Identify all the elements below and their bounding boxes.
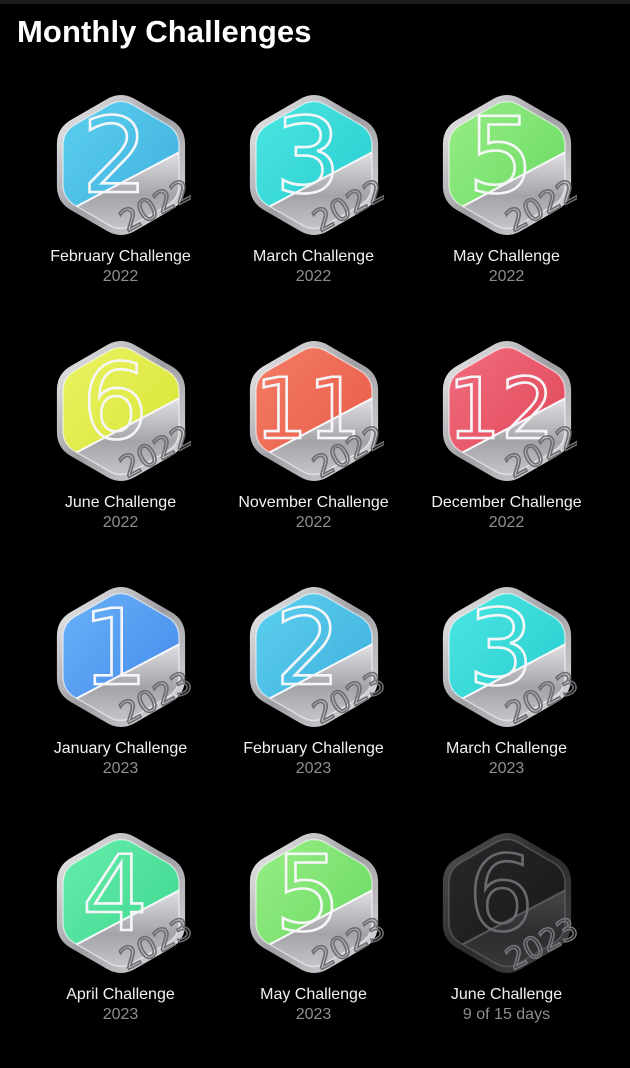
challenge-medal-icon: 2 2022 xyxy=(51,84,191,246)
challenge-medal-icon: 1 2023 xyxy=(51,576,191,738)
badge-subtitle: 2022 xyxy=(295,514,332,531)
challenge-medal-icon: 3 2022 xyxy=(244,84,384,246)
badge-subtitle: 2023 xyxy=(295,760,332,777)
badge-subtitle: 2022 xyxy=(102,514,139,531)
challenge-medal-icon: 11 2022 xyxy=(244,330,384,492)
challenge-badge-item[interactable]: 4 2023 April Challenge 2023 xyxy=(24,822,217,1068)
challenge-badge-item[interactable]: 3 2023 March Challenge 2023 xyxy=(410,576,603,822)
badge-title: January Challenge xyxy=(53,740,188,757)
badge-title: March Challenge xyxy=(253,248,374,265)
badge-title: June Challenge xyxy=(450,986,563,1003)
badge-grid: 2 2022 February Challenge 2022 3 2022 March Ch… xyxy=(0,84,630,1068)
challenge-medal-icon: 4 2023 xyxy=(51,822,191,984)
badge-subtitle: 2022 xyxy=(102,268,139,285)
challenge-badge-item[interactable]: 11 2022 November Challenge 2022 xyxy=(217,330,410,576)
challenge-medal-icon: 6 2023 xyxy=(437,822,577,984)
challenge-badge-item[interactable]: 6 2023 June Challenge 9 of 15 days xyxy=(410,822,603,1068)
badge-title: June Challenge xyxy=(64,494,177,511)
challenge-medal-icon: 2 2023 xyxy=(244,576,384,738)
challenge-medal-icon: 6 2022 xyxy=(51,330,191,492)
badge-subtitle: 2023 xyxy=(295,1006,332,1023)
page-title: Monthly Challenges xyxy=(17,14,312,49)
challenge-badge-item[interactable]: 5 2022 May Challenge 2022 xyxy=(410,84,603,330)
challenge-medal-icon: 5 2022 xyxy=(437,84,577,246)
challenge-badge-item[interactable]: 2 2022 February Challenge 2022 xyxy=(24,84,217,330)
badge-title: December Challenge xyxy=(431,494,582,511)
challenge-badge-item[interactable]: 3 2022 March Challenge 2022 xyxy=(217,84,410,330)
challenge-medal-icon: 3 2023 xyxy=(437,576,577,738)
challenge-medal-icon: 12 2022 xyxy=(437,330,577,492)
badge-title: February Challenge xyxy=(50,248,191,265)
challenge-badge-item[interactable]: 1 2023 January Challenge 2023 xyxy=(24,576,217,822)
badge-subtitle: 2022 xyxy=(488,268,525,285)
badge-title: April Challenge xyxy=(66,986,175,1003)
challenge-medal-icon: 5 2023 xyxy=(244,822,384,984)
badge-title: March Challenge xyxy=(446,740,567,757)
challenge-badge-item[interactable]: 5 2023 May Challenge 2023 xyxy=(217,822,410,1068)
status-bar-strip xyxy=(0,0,630,4)
badge-subtitle: 2023 xyxy=(488,760,525,777)
badge-subtitle: 2023 xyxy=(102,760,139,777)
badge-title: May Challenge xyxy=(260,986,367,1003)
badge-subtitle: 2023 xyxy=(102,1006,139,1023)
badge-title: February Challenge xyxy=(243,740,384,757)
challenge-badge-item[interactable]: 12 2022 December Challenge 2022 xyxy=(410,330,603,576)
badge-subtitle: 2022 xyxy=(488,514,525,531)
badge-subtitle: 2022 xyxy=(295,268,332,285)
badge-title: November Challenge xyxy=(238,494,389,511)
challenge-badge-item[interactable]: 6 2022 June Challenge 2022 xyxy=(24,330,217,576)
badge-title: May Challenge xyxy=(453,248,560,265)
badge-subtitle: 9 of 15 days xyxy=(462,1006,551,1023)
challenge-badge-item[interactable]: 2 2023 February Challenge 2023 xyxy=(217,576,410,822)
